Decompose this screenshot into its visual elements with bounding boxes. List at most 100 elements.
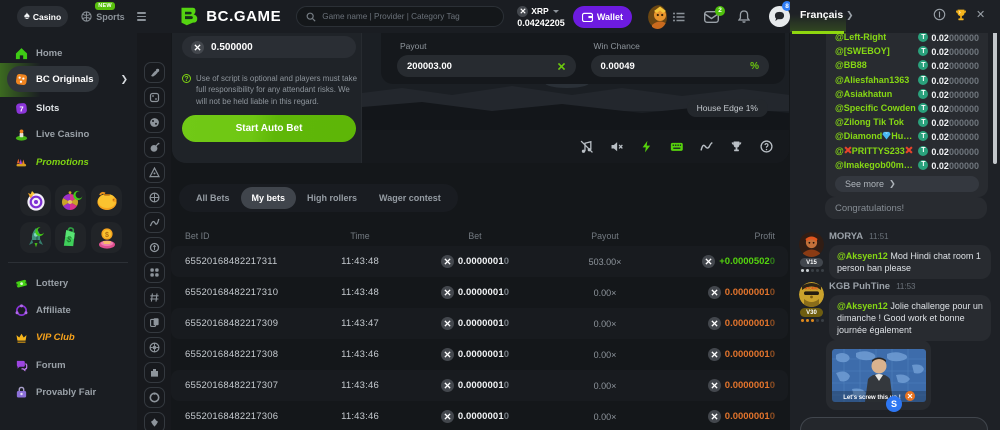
chat-username[interactable]: KGB PuhTine11:53 (829, 281, 916, 292)
rain-username[interactable]: @Left-Right (835, 33, 886, 42)
chat-scrollbar[interactable] (993, 25, 997, 164)
tournament-cup-icon[interactable] (730, 140, 743, 153)
chat-language-tab[interactable]: Français (800, 9, 843, 21)
logo[interactable]: BC.GAME (178, 6, 281, 27)
mention[interactable]: @Aksyen12 (837, 251, 888, 261)
mention[interactable]: @Aksyen12 (837, 301, 888, 311)
avatar-kgb-puhtine[interactable]: ATOMIC (799, 282, 824, 307)
trends-graph-icon[interactable] (700, 140, 713, 153)
hotkeys-keyboard-icon[interactable] (670, 140, 683, 153)
rail-game-ring-of-fortune-icon[interactable] (144, 387, 165, 408)
inbox-button[interactable]: 2 (704, 11, 719, 23)
rail-game-plinko-icon[interactable] (144, 162, 165, 183)
rain-username[interactable]: @Aliesfahan1363 (835, 75, 909, 85)
rain-username[interactable]: @Imakegob00m… (835, 160, 913, 170)
chat-sticker[interactable]: Let's screw this up ! (826, 340, 931, 410)
sidebar-item-vip-club[interactable]: VIP Club (0, 325, 137, 349)
casino-toggle[interactable]: ♠ Casino (17, 6, 68, 27)
sound-off-icon[interactable] (610, 140, 623, 153)
sidebar-item-live-casino[interactable]: Live Casino (0, 122, 137, 146)
close-icon[interactable]: ✕ (976, 8, 985, 21)
turbo-bolt-icon[interactable] (640, 140, 653, 153)
xrp-coin-icon (441, 379, 454, 392)
payout-field: Payout 200003.00 (397, 40, 576, 84)
col-payout: Payout (540, 231, 670, 241)
chat-panel: @Left-RightT0.02000000@[SWEBOY]T0.020000… (790, 0, 1000, 430)
rain-username[interactable]: @Specific Cowden (835, 103, 916, 113)
col-time: Time (310, 231, 410, 241)
bet-row[interactable]: 6552016848221730911:43:470.000000100.00×… (171, 308, 788, 339)
bet-amount-input[interactable]: 0.500000 (182, 36, 356, 58)
sidebar-item-bc-originals[interactable]: BC Originals ❯ (0, 67, 137, 91)
rail-game-limbo-icon[interactable] (144, 212, 165, 233)
help-circle-icon[interactable] (760, 140, 773, 153)
xrp-coin-icon (191, 41, 204, 54)
promo-lucky-wheel[interactable] (55, 185, 86, 216)
rain-username[interactable]: @Asiakhatun (835, 89, 892, 99)
promo-piggy-bank[interactable] (91, 185, 122, 216)
tab-all-bets[interactable]: All Bets (185, 187, 241, 209)
start-auto-bet-button[interactable]: Start Auto Bet (182, 115, 356, 142)
rain-payout-card: @Left-RightT0.02000000@[SWEBOY]T0.020000… (826, 33, 988, 197)
rain-username[interactable]: @BB88 (835, 60, 867, 70)
user-avatar[interactable] (648, 5, 667, 29)
rail-game-video-poker-icon[interactable] (144, 312, 165, 333)
rain-username[interactable]: @Zilong Tik Tok (835, 117, 904, 127)
sidebar-item-lottery[interactable]: Lottery (0, 271, 137, 295)
music-off-icon[interactable] (580, 140, 593, 153)
rail-game-classic-dice-icon[interactable] (144, 87, 165, 108)
chat-username[interactable]: MORYA11:51 (829, 231, 889, 242)
sidebar-item-slots[interactable]: 7 Slots (0, 96, 137, 120)
notifications-button[interactable] (738, 10, 750, 23)
bet-row[interactable]: 6552016848221730711:43:460.000000100.00×… (171, 370, 788, 401)
tab-wager-contest[interactable]: Wager contest (368, 187, 452, 209)
currency-selector[interactable]: XRP 0.04242205 (517, 6, 565, 28)
payout-input[interactable]: 200003.00 (397, 55, 576, 77)
promo-rocket[interactable] (20, 222, 51, 253)
bet-row[interactable]: 6552016848221731111:43:480.00000010503.0… (171, 246, 788, 277)
promo-spin-target[interactable] (20, 185, 51, 216)
avatar-morya[interactable] (799, 232, 824, 257)
sidebar-item-forum[interactable]: Forum (0, 353, 137, 377)
chat-input[interactable] (800, 417, 988, 430)
rain-username[interactable]: @[SWEBOY] (835, 46, 890, 56)
chat-toggle-button[interactable]: 8 (769, 6, 790, 27)
rail-game-roulette-icon[interactable] (144, 337, 165, 358)
rail-game-tower-icon[interactable] (144, 362, 165, 383)
rain-username[interactable]: @PRITTYS233 (835, 146, 913, 156)
sports-toggle[interactable]: Sports NEW (81, 11, 125, 22)
trophy-icon[interactable] (954, 8, 968, 22)
sidebar-item-home[interactable]: Home (0, 41, 137, 65)
affiliate-icon (15, 304, 28, 317)
rail-game-mines-icon[interactable] (144, 137, 165, 158)
rail-game-coinflip-icon[interactable] (144, 237, 165, 258)
betslip-icon[interactable] (673, 12, 685, 22)
sidebar-item-promotions[interactable]: Promotions (0, 150, 137, 174)
bet-row[interactable]: 6552016848221731011:43:480.000000100.00×… (171, 277, 788, 308)
rail-game-baccarat-icon[interactable] (144, 412, 165, 430)
see-more-button[interactable]: See more ❯ (835, 176, 979, 192)
rain-username[interactable]: @DiamondHu… (835, 131, 912, 141)
congrats-message: Congratulations! (825, 197, 987, 219)
chevron-right-icon[interactable]: ❯ (846, 10, 854, 21)
search-input[interactable]: Game name | Provider | Category Tag (296, 6, 504, 27)
tab-my-bets[interactable]: My bets (241, 187, 297, 209)
usdt-coin-icon: T (918, 103, 928, 113)
rail-game-keno-icon[interactable] (144, 262, 165, 283)
menu-burger-icon[interactable] (137, 12, 147, 21)
rail-game-hash-dice-icon[interactable] (144, 287, 165, 308)
payout-label: Payout (400, 41, 576, 51)
bet-row[interactable]: 6552016848221730811:43:460.000000100.00×… (171, 339, 788, 370)
win-chance-input[interactable]: 0.00049 % (591, 55, 770, 77)
promo-coin-drop[interactable]: $ (91, 222, 122, 253)
tab-high-rollers[interactable]: High rollers (296, 187, 368, 209)
sidebar-item-affiliate[interactable]: Affiliate (0, 298, 137, 322)
promo-cash-tag[interactable]: $ (55, 222, 86, 253)
chat-rules-icon[interactable] (933, 8, 946, 21)
bet-row[interactable]: 6552016848221730611:43:460.000000100.00×… (171, 401, 788, 430)
rail-game-ultimate-dice-icon[interactable] (144, 112, 165, 133)
sidebar-item-provably-fair[interactable]: Provably Fair (0, 380, 137, 404)
wallet-button[interactable]: Wallet (573, 6, 632, 28)
rail-game-crash-icon[interactable] (144, 62, 165, 83)
rail-game-wheel-icon[interactable] (144, 187, 165, 208)
